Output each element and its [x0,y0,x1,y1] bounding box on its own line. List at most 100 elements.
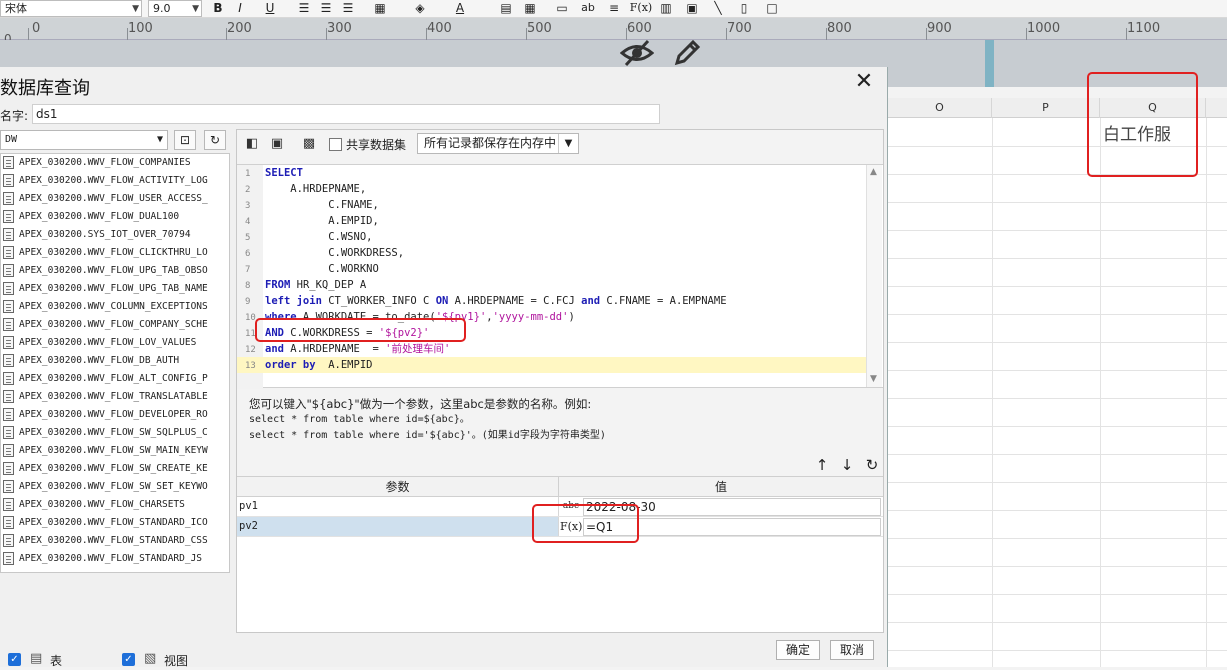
list-item[interactable]: APEX_030200.WWV_FLOW_STANDARD_CSS [1,532,229,550]
sql-keyword: left join [265,295,322,307]
text-color-button[interactable]: A [450,0,470,17]
list-item[interactable]: APEX_030200.WWV_FLOW_SW_SQLPLUS_C [1,424,229,442]
highlight-box-sql [255,318,466,342]
ruler-tick: 400 [427,21,452,36]
list-item[interactable]: APEX_030200.WWV_FLOW_DUAL100 [1,208,229,226]
list-item[interactable]: APEX_030200.WWV_FLOW_ACTIVITY_LOG [1,172,229,190]
list-item[interactable]: APEX_030200.WWV_FLOW_TRANSLATABLE [1,388,229,406]
name-input[interactable]: ds1 [32,104,660,124]
edit-connection-icon[interactable]: ⊡ [174,130,196,150]
table-icon [3,426,14,439]
editor-scrollbar[interactable]: ▲ ▼ [866,165,882,387]
list-item[interactable]: APEX_030200.WWV_FLOW_UPG_TAB_NAME [1,280,229,298]
table-name: APEX_030200.WWV_FLOW_UPG_TAB_NAME [19,283,208,294]
chart-icon[interactable]: ▥ [656,0,676,17]
image-icon[interactable]: ▣ [682,0,702,17]
formula-button[interactable]: F(x) [628,0,654,17]
bold-button[interactable]: B [208,0,228,17]
import-icon[interactable]: ▩ [299,134,319,154]
ok-button[interactable]: 确定 [776,640,820,660]
preview-icon[interactable]: ◧ [242,134,262,154]
wrap-icon[interactable]: ≡ [604,0,624,17]
cancel-button[interactable]: 取消 [830,640,874,660]
list-item[interactable]: APEX_030200.WWV_COLUMN_EXCEPTIONS [1,298,229,316]
line-number: 6 [245,249,251,259]
ruler-tick: 800 [827,21,852,36]
table-list[interactable]: APEX_030200.WWV_FLOW_COMPANIES APEX_03020… [0,153,230,573]
list-item[interactable]: APEX_030200.WWV_FLOW_LOV_VALUES [1,334,229,352]
ab-button[interactable]: ab [578,0,598,17]
sql-text: SELECT [265,165,303,181]
textbox-icon[interactable]: ▭ [552,0,572,17]
sql-token: C.WSNO, [265,231,373,243]
frame-icon[interactable]: □ [762,0,782,17]
refresh-icon[interactable]: ↻ [204,130,226,150]
datasource-select[interactable]: DW ▼ [0,130,168,150]
move-down-icon[interactable]: ↓ [838,456,856,474]
column-header-p[interactable]: P [992,98,1100,118]
band-marker[interactable] [985,40,994,87]
sql-token: A.EMPID, [265,215,379,227]
list-item[interactable]: APEX_030200.WWV_FLOW_ALT_CONFIG_P [1,370,229,388]
table-name: APEX_030200.WWV_FLOW_LOV_VALUES [19,337,197,348]
ruler-tick: 500 [527,21,552,36]
sql-text: A.HRDEPNAME, [265,181,366,197]
ruler-tick: 100 [128,21,153,36]
list-item[interactable]: APEX_030200.WWV_FLOW_SW_SET_KEYWO [1,478,229,496]
dialog-title: 数据库查询 [0,78,90,99]
grid-icon[interactable]: ▦ [520,0,540,17]
view-filter-checkbox[interactable]: ✓ [122,653,135,666]
table-icon [3,372,14,385]
page-icon[interactable]: ▯ [734,0,754,17]
list-item[interactable]: APEX_030200.WWV_FLOW_DEVELOPER_RO [1,406,229,424]
list-item[interactable]: APEX_030200.WWV_FLOW_CLICKTHRU_LO [1,244,229,262]
sql-keyword: SELECT [265,167,303,179]
table-name: APEX_030200.WWV_FLOW_CHARSETS [19,499,185,510]
list-item[interactable]: APEX_030200.WWV_FLOW_DB_AUTH [1,352,229,370]
list-item[interactable]: APEX_030200.WWV_FLOW_UPG_TAB_OBSO [1,262,229,280]
list-item[interactable]: APEX_030200.WWV_FLOW_SW_CREATE_KE [1,460,229,478]
list-item[interactable]: APEX_030200.WWV_FLOW_STANDARD_ICO [1,514,229,532]
scroll-up-icon[interactable]: ▲ [870,167,877,177]
list-item[interactable]: APEX_030200.WWV_FLOW_SW_MAIN_KEYW [1,442,229,460]
sql-text: C.WORKDRESS, [265,245,404,261]
font-name-select[interactable]: 宋体 ▼ [0,0,142,17]
list-item[interactable]: APEX_030200.WWV_FLOW_COMPANY_SCHE [1,316,229,334]
fill-color-icon[interactable]: ◈ [410,0,430,17]
memory-mode-select[interactable]: 所有记录都保存在内存中 ▼ [417,133,579,154]
sql-line: 12 and A.HRDEPNAME = '前处理车间' [237,341,867,357]
table-filter-checkbox[interactable]: ✓ [8,653,21,666]
table-name: APEX_030200.WWV_FLOW_UPG_TAB_OBSO [19,265,208,276]
list-item[interactable]: APEX_030200.WWV_FLOW_CHARSETS [1,496,229,514]
highlight-box-param [532,504,639,543]
list-item[interactable]: APEX_030200.WWV_FLOW_STANDARD_JS [1,550,229,568]
list-item[interactable]: APEX_030200.SYS_IOT_OVER_70794 [1,226,229,244]
list-item[interactable]: APEX_030200.WWV_FLOW_COMPANIES [1,154,229,172]
table-name: APEX_030200.WWV_FLOW_SW_MAIN_KEYW [19,445,208,456]
sql-line: 7 C.WORKNO [237,261,867,277]
refresh-params-icon[interactable]: ↻ [863,456,881,474]
scroll-down-icon[interactable]: ▼ [870,374,877,384]
table-icon [3,174,14,187]
share-dataset-checkbox[interactable] [329,138,342,151]
sql-editor[interactable]: 1 SELECT 2 A.HRDEPNAME, 3 C.FNAME, 4 A.EMPID… [237,164,883,389]
line-number: 1 [245,169,251,179]
close-icon[interactable]: ✕ [852,71,876,95]
chevron-down-icon: ▼ [132,4,139,14]
save-icon[interactable]: ▣ [267,134,287,154]
table-name: APEX_030200.WWV_FLOW_DB_AUTH [19,355,180,366]
list-item[interactable]: APEX_030200.WWV_FLOW_USER_ACCESS_ [1,190,229,208]
italic-button[interactable]: I [230,0,250,17]
align-right-icon[interactable]: ☰ [338,0,358,17]
align-left-icon[interactable]: ☰ [294,0,314,17]
align-center-icon[interactable]: ☰ [316,0,336,17]
font-size-select[interactable]: 9.0 ▼ [148,0,202,17]
column-header-o[interactable]: O [888,98,992,118]
border-icon[interactable]: ▦ [370,0,390,17]
slash-icon[interactable]: ╲ [708,0,728,17]
underline-button[interactable]: U [260,0,280,17]
ruler-tick: 0 [32,21,41,36]
sql-token: ) [568,311,575,323]
move-up-icon[interactable]: ↑ [813,456,831,474]
merge-icon[interactable]: ▤ [496,0,516,17]
